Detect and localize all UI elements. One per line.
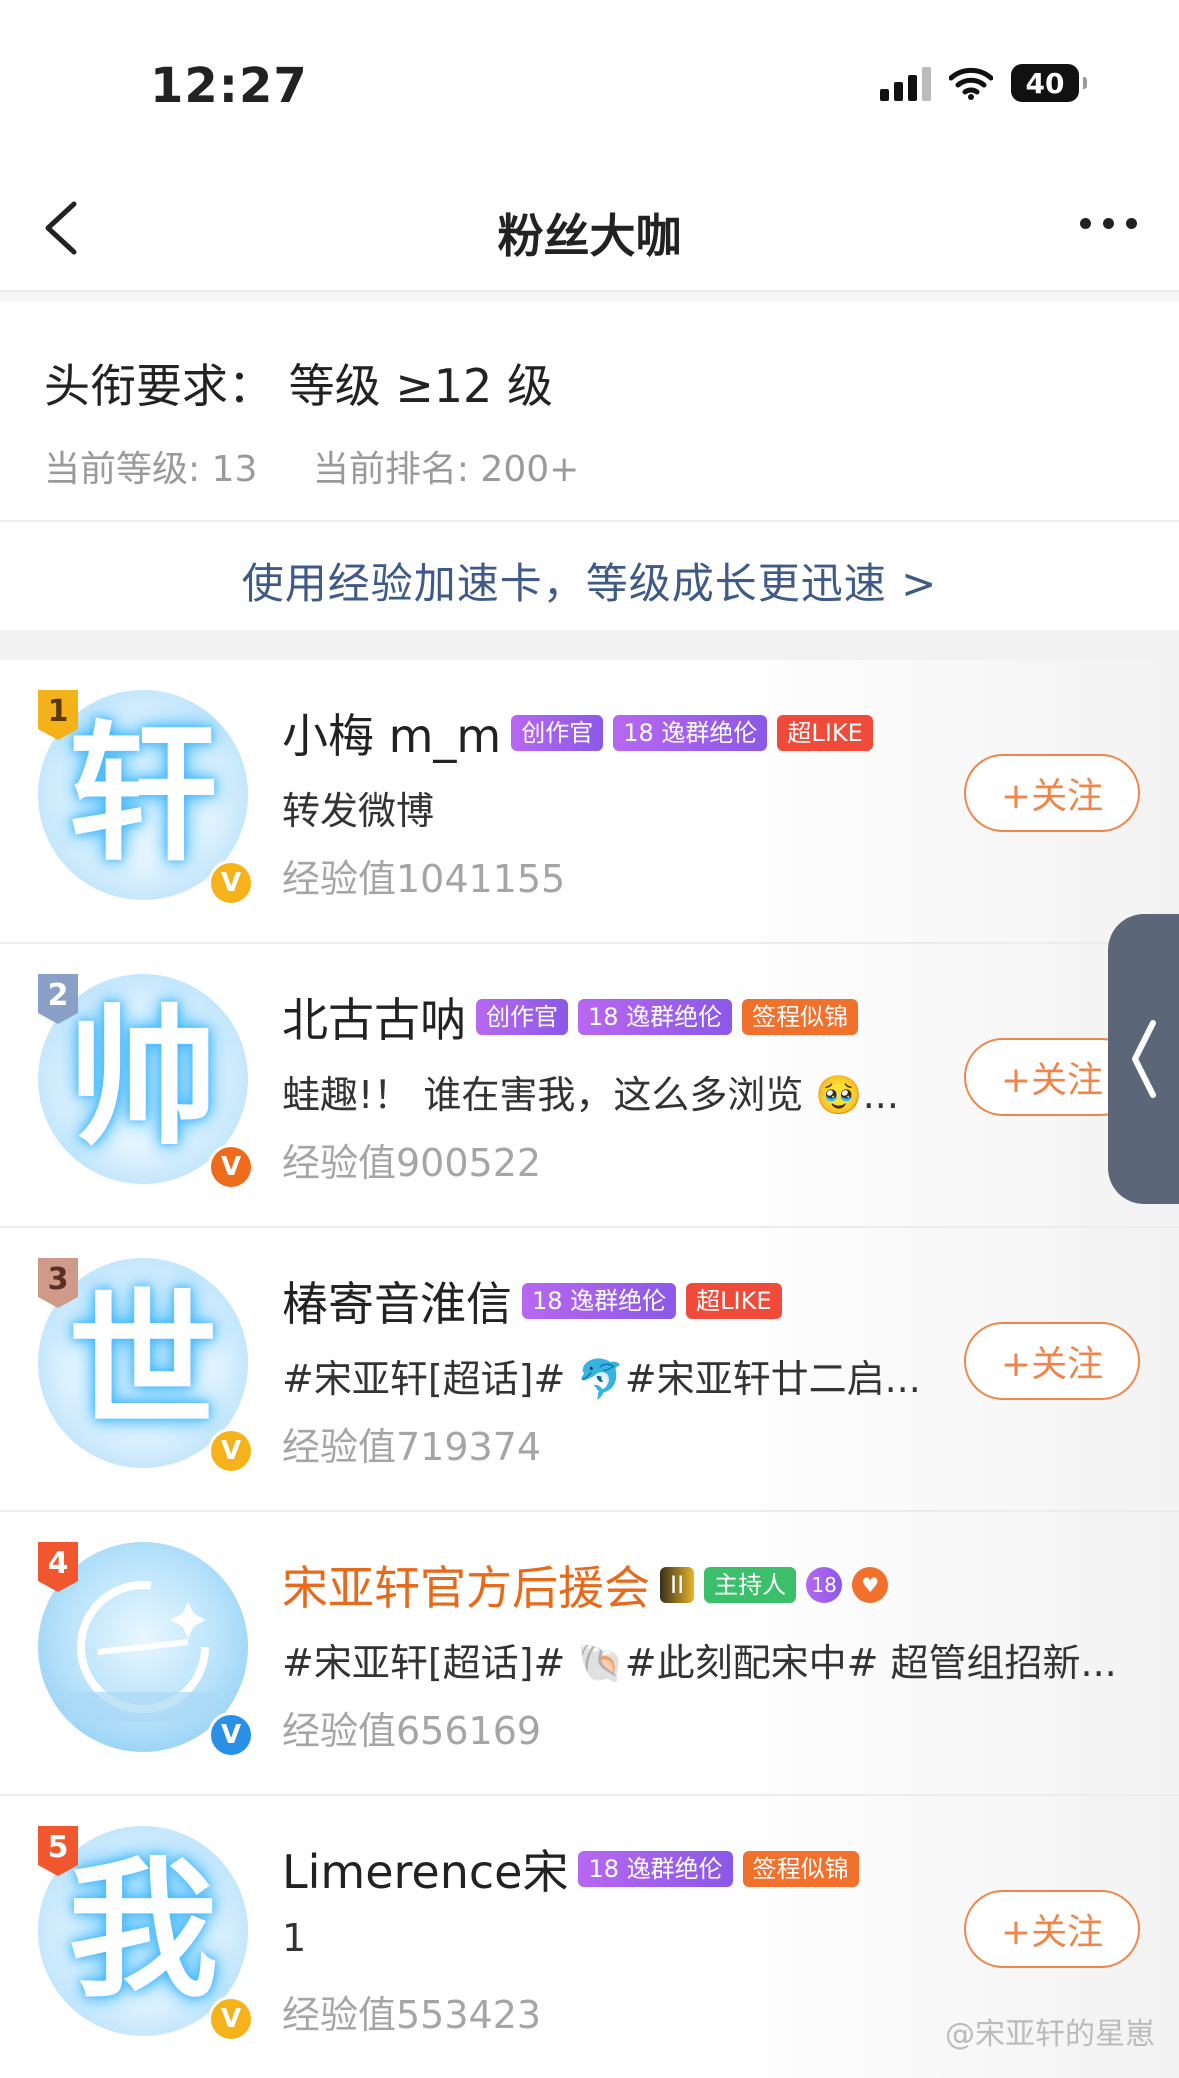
boost-banner[interactable]: 使用经验加速卡，等级成长更迅速 >: [0, 520, 1179, 630]
verified-v-icon: V: [208, 1712, 254, 1758]
experience-value: 经验值553423: [282, 1993, 542, 2037]
status-time: 12:27: [150, 58, 308, 114]
fan-badge: ♥: [852, 1567, 889, 1603]
level-badge: 18 逸群绝伦: [578, 999, 733, 1035]
crown-level-badge: II: [660, 1567, 695, 1603]
experience-value: 经验值900522: [282, 1141, 542, 1185]
more-options-icon[interactable]: [1080, 218, 1137, 229]
verified-v-icon: V: [208, 1996, 254, 2042]
experience-value: 经验值719374: [282, 1425, 542, 1469]
fan-list: 轩 1 V 小梅 m_m 创作官 18 逸群绝伦 超LIKE 转发微博 经验值1…: [0, 660, 1179, 2078]
divider: [0, 292, 1179, 302]
user-name[interactable]: 宋亚轩官方后援会: [282, 1552, 650, 1618]
sign-in-badge: 签程似锦: [742, 1851, 859, 1887]
name-line: 小梅 m_m 创作官 18 逸群绝伦 超LIKE: [282, 700, 873, 766]
latest-post: #宋亚轩[超话]# 🐚#此刻配宋中# 超管组招新...: [282, 1641, 1117, 1685]
user-name[interactable]: 北古古呐: [282, 984, 466, 1050]
latest-post: 蛙趣!！ 谁在害我，这么多浏览 🥹...: [282, 1073, 899, 1117]
super-like-badge: 超LIKE: [777, 715, 873, 751]
level-badge: 18 逸群绝伦: [522, 1283, 677, 1319]
fan-row[interactable]: 轩 1 V 小梅 m_m 创作官 18 逸群绝伦 超LIKE 转发微博 经验值1…: [0, 660, 1179, 944]
follow-button[interactable]: +关注: [964, 1322, 1140, 1400]
latest-post: #宋亚轩[超话]# 🐬#宋亚轩廿二启...: [282, 1357, 921, 1401]
level-badge: 18 逸群绝伦: [578, 1851, 733, 1887]
super-like-badge: 超LIKE: [686, 1283, 782, 1319]
signal-icon: [880, 65, 931, 101]
side-drawer-tab[interactable]: [1108, 914, 1179, 1204]
page-title: 粉丝大咖: [497, 209, 682, 263]
sign-in-badge: 签程似锦: [742, 999, 859, 1035]
current-level: 当前等级: 13: [44, 449, 258, 490]
requirement-status: 当前等级: 13 当前排名: 200+: [44, 440, 623, 492]
creator-badge: 创作官: [476, 999, 568, 1035]
experience-value: 经验值1041155: [282, 857, 566, 901]
diamond-badge: 18: [806, 1567, 843, 1603]
watermark: @宋亚轩的星崽: [945, 2017, 1155, 2052]
experience-value: 经验值656169: [282, 1709, 542, 1753]
latest-post: 转发微博: [282, 789, 435, 833]
verified-v-icon: V: [208, 1428, 254, 1474]
wifi-icon: [949, 67, 993, 100]
follow-button[interactable]: +关注: [964, 754, 1140, 832]
current-rank: 当前排名: 200+: [312, 449, 580, 490]
name-line: Limerence宋 18 逸群绝伦 签程似锦: [282, 1836, 859, 1902]
user-name[interactable]: 椿寄音淮信: [282, 1268, 512, 1334]
verified-v-icon: V: [208, 1144, 254, 1190]
nav-bar: 粉丝大咖: [0, 140, 1179, 292]
host-badge: 主持人: [704, 1567, 797, 1603]
name-line: 椿寄音淮信 18 逸群绝伦 超LIKE: [282, 1268, 782, 1334]
section-divider: [0, 630, 1179, 660]
battery-icon: 40: [1011, 64, 1087, 102]
status-icons: 40: [880, 64, 1087, 102]
name-line: 北古古呐 创作官 18 逸群绝伦 签程似锦: [282, 984, 859, 1050]
creator-badge: 创作官: [511, 715, 604, 751]
requirement-title: 头衔要求： 等级 ≥12 级: [44, 359, 553, 413]
boost-card-link[interactable]: 使用经验加速卡，等级成长更迅速 >: [0, 550, 1179, 611]
latest-post: 1: [282, 1916, 307, 1960]
verified-v-icon: V: [208, 860, 254, 906]
name-line: 宋亚轩官方后援会 II 主持人 18 ♥: [282, 1552, 889, 1618]
level-badge: 18 逸群绝伦: [613, 715, 768, 751]
fan-row[interactable]: 帅 2 V 北古古呐 创作官 18 逸群绝伦 签程似锦 蛙趣!！ 谁在害我，这么…: [0, 944, 1179, 1228]
follow-button[interactable]: +关注: [964, 1890, 1140, 1968]
chevron-left-icon: [1131, 1020, 1156, 1098]
status-bar: 12:27 40: [0, 0, 1179, 140]
user-name[interactable]: Limerence宋: [282, 1836, 568, 1902]
fan-row[interactable]: 世 3 V 椿寄音淮信 18 逸群绝伦 超LIKE #宋亚轩[超话]# 🐬#宋亚…: [0, 1228, 1179, 1512]
title-requirement-section: 头衔要求： 等级 ≥12 级 当前等级: 13 当前排名: 200+: [0, 302, 1179, 522]
fan-row[interactable]: 4 V 宋亚轩官方后援会 II 主持人 18 ♥ #宋亚轩[超话]# 🐚#此刻配…: [0, 1512, 1179, 1796]
user-name[interactable]: 小梅 m_m: [282, 700, 501, 766]
